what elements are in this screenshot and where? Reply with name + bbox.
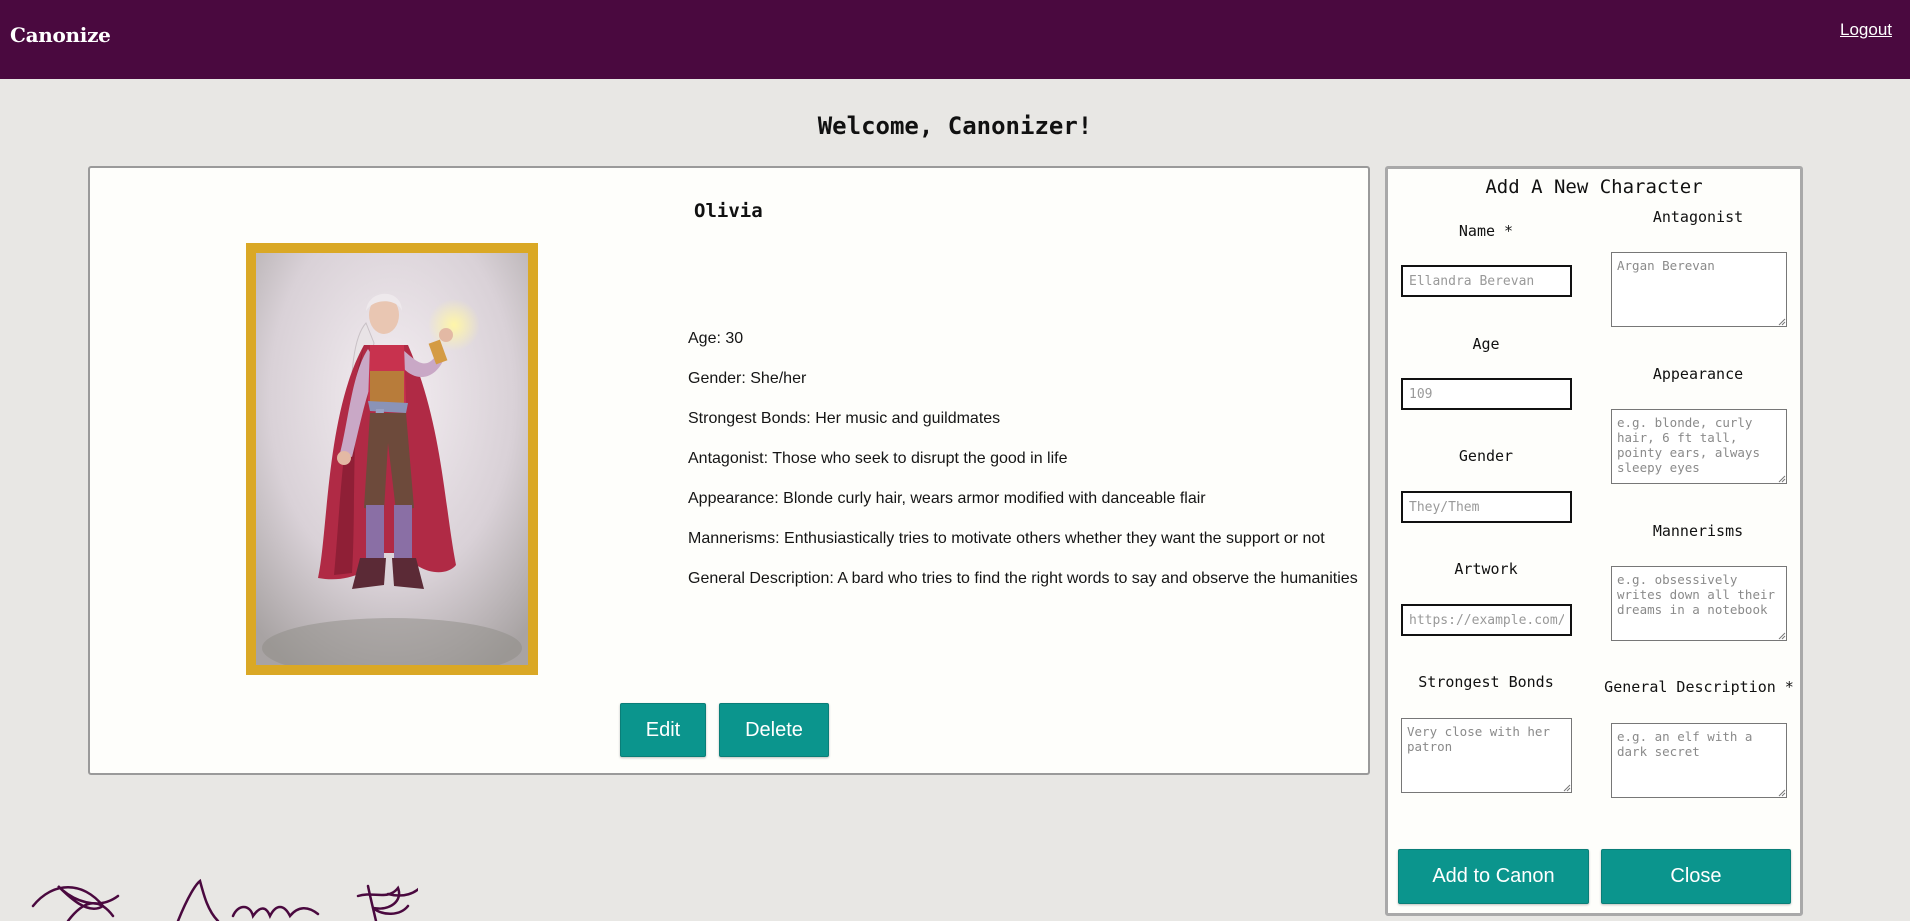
top-navbar: Canonize Logout <box>0 0 1910 79</box>
character-strongest-bonds: Strongest Bonds: Her music and guildmate… <box>688 410 1001 427</box>
name-input[interactable] <box>1401 265 1572 297</box>
close-button[interactable]: Close <box>1601 849 1791 904</box>
mannerisms-field <box>1611 566 1787 641</box>
appearance-label: Appearance <box>1652 365 1744 383</box>
character-mannerisms: Mannerisms: Enthusiastically tries to mo… <box>688 530 1325 547</box>
general-description-field <box>1611 723 1787 798</box>
name-label: Name * <box>1458 222 1514 240</box>
artwork-label: Artwork <box>1454 560 1518 578</box>
character-appearance: Appearance: Blonde curly hair, wears arm… <box>688 490 1206 507</box>
character-name: Olivia <box>694 200 763 222</box>
antagonist-label: Antagonist <box>1652 208 1744 226</box>
mannerisms-label: Mannerisms <box>1652 522 1744 540</box>
gender-input[interactable] <box>1401 491 1572 523</box>
decorative-signature-icon <box>31 878 418 921</box>
character-details: Age: 30 Gender: She/her Strongest Bonds:… <box>688 328 1368 608</box>
logout-link[interactable]: Logout <box>1840 20 1892 40</box>
delete-button[interactable]: Delete <box>719 703 829 757</box>
appearance-textarea[interactable] <box>1611 409 1787 484</box>
artwork-input[interactable] <box>1401 604 1572 636</box>
welcome-heading: Welcome, Canonizer! <box>817 112 1093 140</box>
antagonist-field <box>1611 252 1787 327</box>
appearance-field <box>1611 409 1787 484</box>
strongest-bonds-label: Strongest Bonds <box>1418 673 1554 691</box>
character-gender: Gender: She/her <box>688 370 807 387</box>
character-antagonist: Antagonist: Those who seek to disrupt th… <box>688 450 1068 467</box>
general-description-textarea[interactable] <box>1611 723 1787 798</box>
general-description-label: General Description * <box>1604 678 1794 696</box>
character-artwork-frame <box>246 243 538 678</box>
mannerisms-textarea[interactable] <box>1611 566 1787 641</box>
add-to-canon-button[interactable]: Add to Canon <box>1398 849 1589 904</box>
age-input[interactable] <box>1401 378 1572 410</box>
strongest-bonds-textarea[interactable] <box>1401 718 1572 793</box>
character-age: Age: 30 <box>688 330 744 347</box>
edit-button[interactable]: Edit <box>620 703 706 757</box>
age-label: Age <box>1472 335 1500 353</box>
form-title: Add A New Character <box>1485 176 1703 198</box>
character-general-description: General Description: A bard who tries to… <box>688 570 1358 587</box>
character-artwork <box>256 253 528 678</box>
brand-logo[interactable]: Canonize <box>10 23 111 47</box>
gender-label: Gender <box>1458 447 1514 465</box>
antagonist-textarea[interactable] <box>1611 252 1787 327</box>
strongest-bonds-field <box>1401 718 1572 793</box>
